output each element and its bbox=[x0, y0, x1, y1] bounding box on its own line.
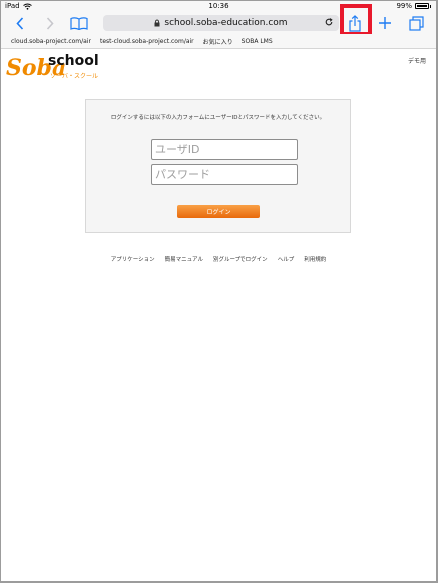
bookmark-item[interactable]: test-cloud.soba-project.com/air bbox=[100, 38, 194, 45]
footer-links: アプリケーション 簡易マニュアル 別グループでログイン ヘルプ 利用規約 bbox=[1, 255, 436, 263]
chevron-right-icon bbox=[46, 16, 54, 30]
tabs-button[interactable] bbox=[407, 14, 425, 32]
forward-button[interactable] bbox=[43, 14, 57, 32]
browser-frame: iPad 10:36 99% school.soba-education.com… bbox=[0, 0, 438, 583]
footer-link[interactable]: アプリケーション bbox=[111, 255, 155, 263]
plus-icon bbox=[379, 17, 391, 29]
new-tab-button[interactable] bbox=[377, 14, 393, 32]
back-button[interactable] bbox=[13, 14, 27, 32]
footer-link[interactable]: 別グループでログイン bbox=[213, 255, 268, 263]
chevron-left-icon bbox=[16, 16, 24, 30]
password-field[interactable] bbox=[151, 164, 298, 185]
bookmark-item[interactable]: cloud.soba-project.com/air bbox=[11, 38, 91, 45]
login-instructions: ログインするには以下の入力フォームにユーザーIDとパスワードを入力してください。 bbox=[110, 115, 326, 121]
logo-school: school bbox=[48, 53, 99, 69]
bookmark-item[interactable]: お気に入り bbox=[203, 37, 233, 46]
lock-icon bbox=[154, 19, 160, 27]
reload-button[interactable] bbox=[325, 18, 333, 29]
logo-subtitle: ソーバ・スクール bbox=[50, 73, 98, 80]
soba-school-logo[interactable]: Soba school ソーバ・スクール bbox=[6, 53, 106, 89]
login-button[interactable]: ログイン bbox=[177, 205, 260, 218]
safari-toolbar: school.soba-education.com bbox=[1, 4, 436, 36]
user-id-field[interactable] bbox=[151, 139, 298, 160]
address-bar[interactable]: school.soba-education.com bbox=[103, 15, 339, 31]
reload-icon bbox=[325, 18, 333, 26]
footer-link[interactable]: 簡易マニュアル bbox=[165, 255, 203, 263]
login-panel: ログインするには以下の入力フォームにユーザーIDとパスワードを入力してください。… bbox=[85, 99, 351, 233]
demo-label: デモ用 bbox=[407, 58, 426, 65]
url-text: school.soba-education.com bbox=[164, 18, 288, 28]
footer-link[interactable]: 利用規約 bbox=[304, 255, 326, 263]
footer-link[interactable]: ヘルプ bbox=[278, 255, 295, 263]
status-right: 99% bbox=[396, 2, 431, 10]
battery-icon bbox=[415, 3, 429, 9]
bookmarks-button[interactable] bbox=[69, 14, 89, 32]
share-highlight-box bbox=[340, 4, 372, 36]
book-icon bbox=[70, 16, 88, 30]
bookmark-item[interactable]: SOBA LMS bbox=[242, 38, 273, 45]
tabs-icon bbox=[408, 15, 424, 31]
bookmarks-bar: cloud.soba-project.com/air test-cloud.so… bbox=[1, 34, 436, 49]
battery-percent: 99% bbox=[396, 2, 412, 10]
battery-tip bbox=[430, 4, 431, 8]
